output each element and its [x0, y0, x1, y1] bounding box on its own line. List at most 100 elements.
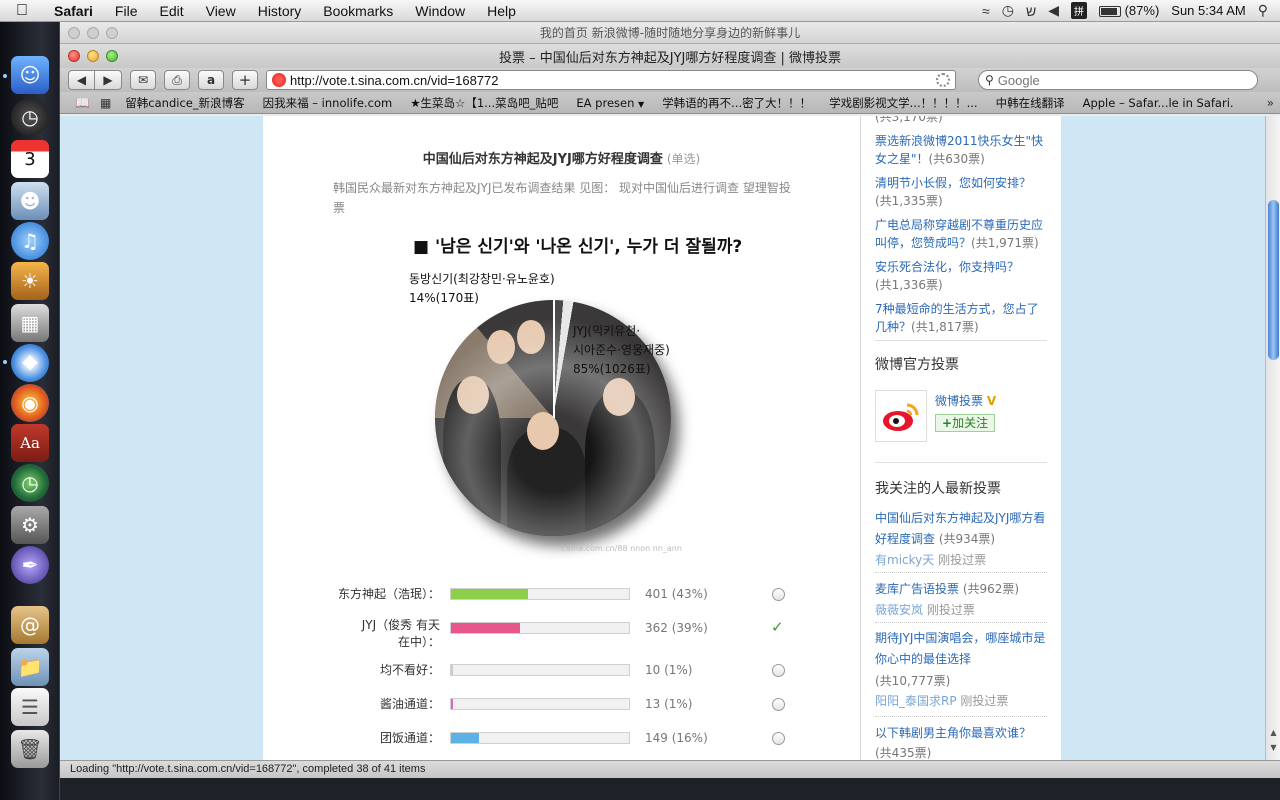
url-text[interactable]: http://vote.t.sina.com.cn/vid=168772 — [290, 73, 932, 88]
bookmark-item[interactable]: 学韩语的再不...密了大！！！ — [653, 95, 820, 111]
voter-link[interactable]: 有micky天 — [875, 553, 934, 567]
script-editor-icon[interactable]: ✒ — [11, 546, 49, 584]
sidebar-partial-votes: (共3,170票) — [875, 116, 1047, 125]
close-button[interactable] — [68, 50, 80, 62]
time-machine-icon[interactable]: ◷ — [1002, 2, 1014, 19]
close-button[interactable] — [68, 27, 80, 39]
search-input[interactable] — [997, 72, 1228, 88]
amazon-button[interactable]: a — [198, 70, 224, 90]
apple-menu-icon[interactable]:  — [0, 2, 44, 20]
bookmark-item[interactable]: 留韩candice_新浪博客 — [116, 95, 253, 111]
address-book-icon[interactable]: ☻ — [11, 182, 49, 220]
iphoto-icon[interactable]: ☀ — [11, 262, 49, 300]
firefox-icon[interactable]: ◉ — [11, 384, 49, 422]
clock[interactable]: Sun 5:34 AM — [1171, 3, 1245, 18]
input-method-icon[interactable]: 拼 — [1070, 2, 1087, 19]
option-count: 362 (39%) — [645, 621, 708, 635]
system-preferences-icon[interactable]: ⚙ — [11, 506, 49, 544]
print-button[interactable]: ⎙ — [164, 70, 190, 90]
follow-button[interactable]: +加关注 — [935, 414, 996, 432]
dock-running-indicator — [3, 360, 7, 364]
following-poll-link[interactable]: 以下韩剧男主角你最喜欢谁？ — [875, 726, 1031, 740]
spotlight-icon[interactable]: ⚲ — [1258, 2, 1268, 19]
selected-check-icon[interactable]: ✓ — [771, 618, 784, 636]
menu-help[interactable]: Help — [476, 3, 527, 19]
zoom-button[interactable] — [106, 27, 118, 39]
voter-link[interactable]: 薇薇安岚 — [875, 603, 923, 617]
time-machine-dock-icon[interactable]: ◷ — [11, 464, 49, 502]
navigation-buttons: ◀ ▶ — [68, 70, 122, 90]
bluetooth-icon[interactable]: ש — [1026, 3, 1036, 19]
trash-icon[interactable]: 🗑 — [11, 730, 49, 768]
poll-title-text: 中国仙后对东方神起及JYJ哪方好程度调查 — [422, 152, 663, 167]
mail-stamp-icon[interactable]: @ — [11, 606, 49, 644]
google-search-field[interactable]: ⚲ — [978, 70, 1258, 90]
spaces-icon[interactable]: ▦ — [11, 304, 49, 342]
vote-count: (共1,817票) — [911, 320, 979, 334]
following-poll-link[interactable]: 麦库广告语投票 — [875, 582, 959, 596]
scroll-up-arrow-icon[interactable]: ▲ — [1269, 728, 1278, 737]
option-label: 酱油通道： — [379, 697, 440, 711]
forward-button[interactable]: ▶ — [95, 70, 122, 90]
option-radio[interactable] — [772, 588, 785, 601]
menu-view[interactable]: View — [195, 3, 247, 19]
bookmark-folder[interactable]: EA presen ▼ — [567, 96, 653, 110]
show-bookmarks-icon[interactable]: 📖 — [70, 96, 95, 110]
finder-icon[interactable]: ☺ — [11, 56, 49, 94]
dashboard-icon[interactable]: ◷ — [11, 98, 49, 136]
wifi-icon[interactable]: ≈ — [982, 3, 990, 19]
add-bookmark-button[interactable]: + — [232, 70, 258, 90]
itunes-icon[interactable]: ♫ — [11, 222, 49, 260]
bookmark-item[interactable]: 中韩在线翻译 — [987, 95, 1074, 111]
scrollbar-thumb[interactable] — [1268, 200, 1279, 360]
weibo-eye-logo-icon — [883, 403, 919, 431]
following-poll-item: 中国仙后对东方神起及JYJ哪方看好程度调查 (共934票) 有micky天 刚投… — [875, 508, 1047, 569]
poll-mode: (单选) — [666, 152, 701, 166]
following-poll-link[interactable]: 期待JYJ中国演唱会，哪座城市是你心中的最佳选择 — [875, 631, 1045, 666]
page-content: 中国仙后对东方神起及JYJ哪方好程度调查 (单选) 韩国民众最新对东方神起及JYJ… — [60, 116, 1265, 760]
menu-file[interactable]: File — [104, 3, 149, 19]
zoom-button[interactable] — [106, 50, 118, 62]
applications-folder-icon[interactable]: 📁 — [11, 648, 49, 686]
option-radio[interactable] — [772, 664, 785, 677]
battery-percent: (87%) — [1124, 3, 1160, 18]
dictionary-icon[interactable]: Aa — [11, 424, 49, 462]
voted-label: 刚投过票 — [960, 694, 1009, 708]
bookmark-item[interactable]: ★生菜岛☆【1...菜岛吧_贴吧 — [401, 95, 567, 111]
minimize-button[interactable] — [87, 50, 99, 62]
menu-window[interactable]: Window — [404, 3, 476, 19]
scroll-down-arrow-icon[interactable]: ▼ — [1269, 743, 1278, 752]
option-bar-fill — [451, 733, 480, 743]
option-radio[interactable] — [772, 732, 785, 745]
vote-count: (共934票) — [938, 532, 996, 546]
loading-spinner-icon[interactable] — [936, 73, 950, 87]
option-radio[interactable] — [772, 698, 785, 711]
minimize-button[interactable] — [87, 27, 99, 39]
top-sites-grid-icon[interactable]: ▦ — [95, 96, 116, 110]
hot-poll-link[interactable]: 清明节小长假，您如何安排？ — [875, 176, 1031, 190]
volume-icon[interactable]: ◀ — [1048, 2, 1059, 19]
back-button[interactable]: ◀ — [68, 70, 95, 90]
menu-history[interactable]: History — [247, 3, 313, 19]
vertical-scrollbar[interactable]: ▲ ▼ — [1265, 116, 1280, 760]
bookmark-item[interactable]: 因我来福 – innolife.com — [254, 95, 402, 111]
documents-stack-icon[interactable]: ☰ — [11, 688, 49, 726]
mail-page-button[interactable]: ✉ — [130, 70, 156, 90]
hot-poll-link[interactable]: 安乐死合法化，你支持吗？ — [875, 260, 1019, 274]
menu-bookmarks[interactable]: Bookmarks — [312, 3, 404, 19]
section-divider — [875, 462, 1047, 463]
official-account-link[interactable]: 微博投票 — [935, 394, 983, 408]
bookmark-item[interactable]: Apple – Safar...le in Safari. — [1074, 96, 1243, 110]
voter-link[interactable]: 阳阳_泰国求RP — [875, 694, 957, 708]
safari-icon[interactable]: ✥ — [11, 344, 49, 382]
battery-indicator[interactable]: (87%) — [1098, 3, 1160, 18]
option-label: 东方神起（浩珉）： — [337, 587, 440, 601]
ical-icon[interactable]: 3 — [11, 140, 49, 178]
menu-edit[interactable]: Edit — [148, 3, 194, 19]
more-bookmarks-chevron-icon[interactable]: » — [1262, 96, 1280, 110]
bookmark-item[interactable]: 学戏剧影视文学...！！！！... — [820, 95, 986, 111]
weibo-logo-icon[interactable] — [875, 390, 927, 442]
address-bar[interactable]: http://vote.t.sina.com.cn/vid=168772 — [266, 70, 956, 90]
vote-count: (共3,170票) — [875, 116, 943, 124]
menu-app[interactable]: Safari — [44, 3, 104, 19]
